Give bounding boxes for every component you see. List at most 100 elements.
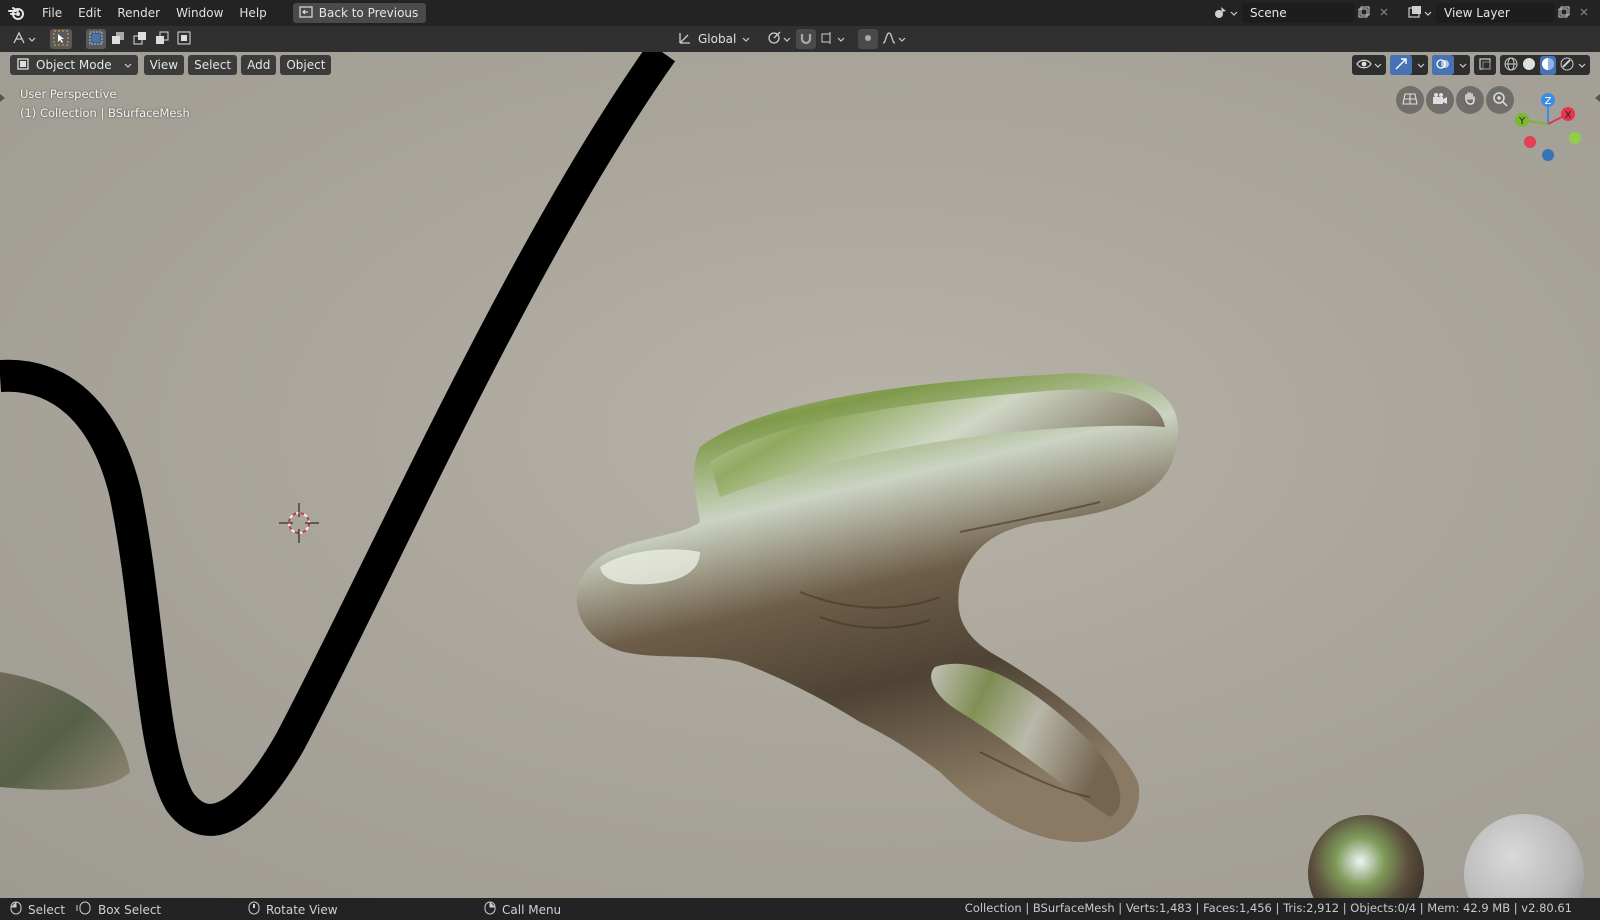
selection-mode-group (86, 29, 194, 49)
intersect-selection-button[interactable] (174, 29, 194, 49)
blender-logo-icon[interactable] (0, 0, 34, 26)
scene-layer-selectors: Scene View Layer (1210, 0, 1600, 26)
invert-selection-button[interactable] (152, 29, 172, 49)
back-to-previous-button[interactable]: Back to Previous (292, 3, 427, 23)
chevron-down-icon[interactable] (1578, 58, 1586, 72)
chevron-down-icon (1459, 58, 1467, 72)
delete-view-layer-button[interactable] (1574, 3, 1594, 23)
menu-render[interactable]: Render (109, 2, 168, 24)
chevron-down-icon (1424, 6, 1432, 20)
back-arrow-icon (299, 5, 313, 21)
gizmo-neg-y-axis[interactable] (1569, 132, 1581, 144)
gizmo-dropdown[interactable] (1414, 58, 1428, 72)
proportional-off-icon (862, 32, 874, 47)
view-layer-name-field[interactable]: View Layer (1436, 3, 1554, 23)
close-icon (1379, 6, 1389, 20)
gizmo-neg-z-axis[interactable] (1542, 149, 1554, 161)
subtract-selection-button[interactable] (130, 29, 150, 49)
new-scene-button[interactable] (1354, 3, 1374, 23)
object-visibility-dropdown[interactable] (1352, 55, 1386, 75)
interaction-mode-dropdown[interactable]: Object Mode (10, 55, 138, 75)
gizmo-icon (1394, 57, 1408, 74)
menu-add[interactable]: Add (241, 55, 277, 75)
mouse-left-icon (10, 901, 22, 918)
camera-icon (1432, 92, 1448, 109)
delete-scene-button[interactable] (1374, 3, 1394, 23)
3d-cursor-icon (279, 503, 319, 543)
shading-material-icon[interactable] (1540, 55, 1556, 75)
extend-selection-button[interactable] (108, 29, 128, 49)
gizmo-toggle-button[interactable] (1390, 55, 1412, 75)
grid-perspective-icon (1402, 92, 1418, 109)
status-call-menu-label: Call Menu (502, 902, 562, 917)
overlays-dropdown[interactable] (1456, 58, 1470, 72)
snap-increment-icon (821, 31, 835, 48)
gizmo-toggle-group (1390, 55, 1428, 75)
overlays-toggle-button[interactable] (1432, 55, 1454, 75)
mouse-middle-icon (248, 901, 260, 918)
snap-element-dropdown[interactable] (818, 29, 848, 49)
menu-help[interactable]: Help (231, 2, 274, 24)
hand-icon (1463, 91, 1477, 110)
mouse-right-icon (484, 901, 496, 918)
view-layer-selector: View Layer (1404, 3, 1600, 23)
shading-wireframe-icon[interactable] (1504, 57, 1518, 74)
scene-name-field[interactable]: Scene (1242, 3, 1354, 23)
snap-toggle-button[interactable] (796, 29, 817, 49)
orientation-label: Global (698, 32, 737, 46)
status-call-menu-hint: Call Menu (484, 901, 561, 918)
chevron-down-icon (1417, 58, 1425, 72)
viewport-shading-controls (1352, 55, 1590, 75)
pivot-icon (767, 31, 781, 48)
status-bar: Select Box Select Rotate View Call Menu … (0, 898, 1600, 920)
gizmo-z-label: Z (1545, 96, 1552, 107)
magnet-icon (799, 31, 813, 48)
transform-orientation-dropdown[interactable]: Global (672, 29, 756, 49)
back-to-previous-label: Back to Previous (318, 6, 419, 20)
sidebar-region-tab[interactable] (1594, 92, 1600, 104)
proportional-editing-button[interactable] (858, 29, 879, 49)
camera-view-button[interactable] (1426, 86, 1454, 114)
transform-settings-group: Global (672, 29, 908, 49)
cursor-select-icon (53, 30, 69, 49)
navigation-gizmo[interactable]: Z X Y (1506, 88, 1586, 162)
scene-browse-button[interactable] (1210, 3, 1242, 23)
pan-view-button[interactable] (1456, 86, 1484, 114)
menu-select[interactable]: Select (188, 55, 238, 75)
proportional-falloff-dropdown[interactable] (880, 29, 908, 49)
shading-mode-group (1500, 55, 1590, 75)
chevron-down-icon (837, 32, 845, 46)
toolbar-region-tab[interactable] (0, 92, 6, 104)
chevron-down-icon (124, 58, 132, 72)
mode-label: Object Mode (36, 58, 112, 72)
menu-window[interactable]: Window (168, 2, 231, 24)
menu-edit[interactable]: Edit (70, 2, 109, 24)
viewport-header: Object Mode View Select Add Object (0, 52, 1600, 78)
overlay-icon (1436, 57, 1450, 74)
select-intersect-icon (177, 31, 191, 48)
view-perspective-label: User Perspective (20, 87, 117, 101)
toggle-perspective-button[interactable] (1396, 86, 1424, 114)
shading-rendered-icon[interactable] (1560, 57, 1574, 74)
render-layers-icon (1408, 5, 1422, 22)
new-view-layer-button[interactable] (1554, 3, 1574, 23)
menu-view[interactable]: View (143, 55, 185, 75)
editor-type-button[interactable] (8, 29, 40, 49)
view-layer-browse-button[interactable] (1404, 3, 1436, 23)
overlay-toggle-group (1432, 55, 1470, 75)
set-new-selection-button[interactable] (86, 29, 106, 49)
diffuse-preview-sphere (1464, 814, 1584, 898)
3d-viewport[interactable]: Object Mode View Select Add Object User … (0, 52, 1600, 898)
gizmo-x-label: X (1565, 110, 1572, 121)
menu-file[interactable]: File (34, 2, 70, 24)
chevron-down-icon (1230, 6, 1238, 20)
shading-solid-icon[interactable] (1522, 57, 1536, 74)
menu-object[interactable]: Object (280, 55, 332, 75)
chevron-down-icon (783, 32, 791, 46)
hdri-preview-sphere (1308, 815, 1424, 898)
select-box-tool-button[interactable] (50, 29, 72, 49)
pivot-point-dropdown[interactable] (764, 29, 794, 49)
xray-toggle-button[interactable] (1474, 55, 1496, 75)
scene-selector: Scene (1210, 3, 1394, 23)
gizmo-neg-x-axis[interactable] (1524, 136, 1536, 148)
